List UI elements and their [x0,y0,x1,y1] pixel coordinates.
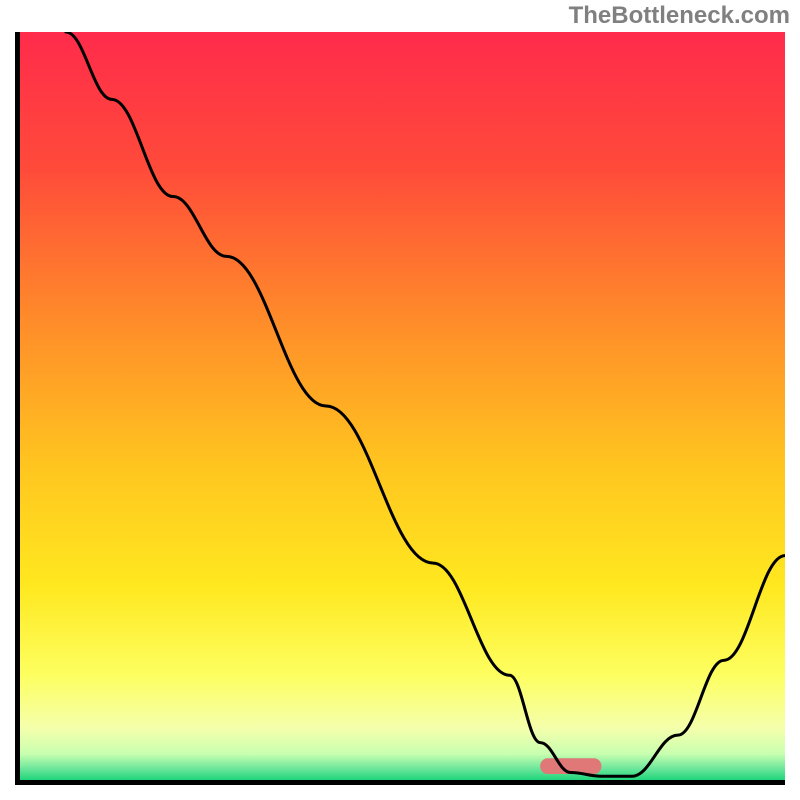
chart-stage: TheBottleneck.com [0,0,800,800]
chart-svg [20,32,785,780]
plot-area [15,32,785,785]
watermark-text: TheBottleneck.com [569,2,790,30]
gradient-background [20,32,785,780]
